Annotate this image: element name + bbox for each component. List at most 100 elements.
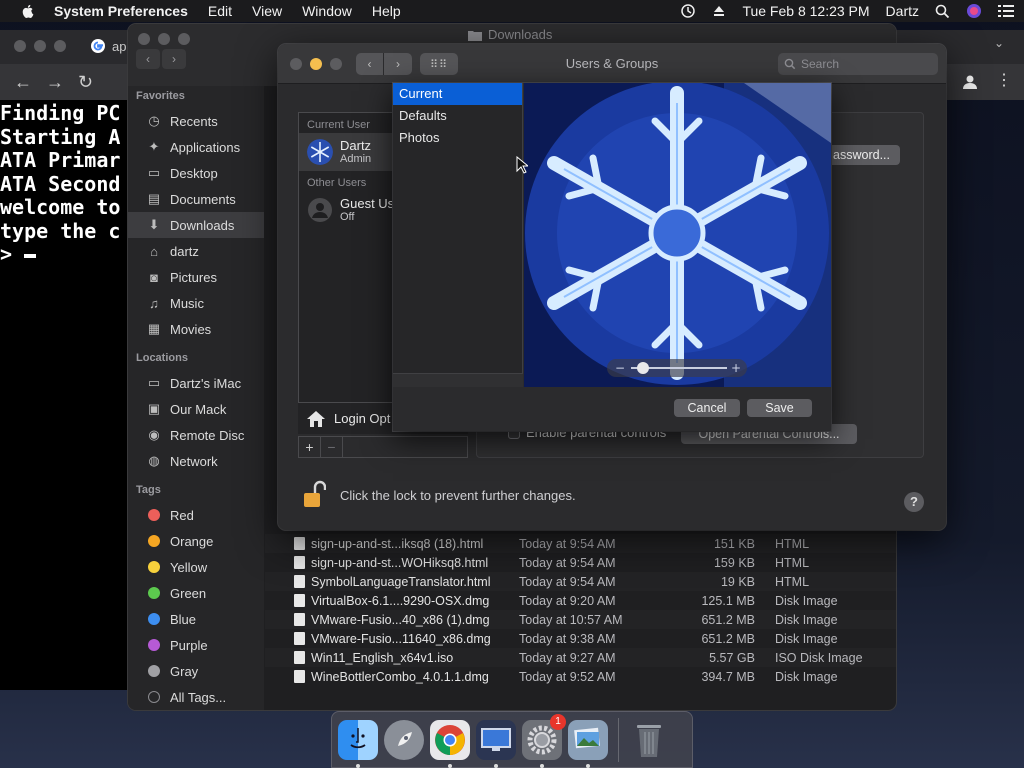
- finder-window-controls[interactable]: [138, 33, 190, 45]
- add-user-button[interactable]: +: [299, 437, 321, 457]
- tag-yellow-dot: [148, 561, 160, 573]
- running-indicator: [356, 763, 360, 768]
- more-menu-icon[interactable]: ⋮: [996, 70, 1012, 90]
- sidebar-item-music[interactable]: ♫ Music: [128, 290, 264, 316]
- dmg-file-icon: [294, 594, 305, 607]
- sidebar-item-imac[interactable]: ▭ Dartz's iMac: [128, 370, 264, 396]
- sidebar-item-pictures[interactable]: ◙ Pictures: [128, 264, 264, 290]
- sidebar-tag-blue[interactable]: Blue: [128, 606, 264, 632]
- edit-menu[interactable]: Edit: [208, 3, 232, 19]
- html-file-icon: [294, 556, 305, 569]
- google-icon: [91, 39, 105, 53]
- notification-center-icon[interactable]: [998, 4, 1014, 18]
- iso-file-icon: [294, 651, 305, 664]
- snowflake-avatar-icon: [307, 139, 333, 165]
- current-user-name: Dartz: [340, 137, 372, 153]
- sidebar-item-desktop[interactable]: ▭ Desktop: [128, 160, 264, 186]
- home-icon: ⌂: [150, 243, 158, 259]
- finder-back-button[interactable]: ‹: [136, 49, 160, 69]
- spotlight-search-icon[interactable]: [935, 4, 950, 19]
- clock-display[interactable]: Tue Feb 8 12:23 PM: [742, 3, 869, 19]
- table-row[interactable]: sign-up-and-st...iksq8 (18).html Today at…: [265, 534, 896, 553]
- finder-icon[interactable]: [338, 719, 378, 768]
- sidebar-tag-red[interactable]: Red: [128, 502, 264, 528]
- system-preferences-icon[interactable]: 1: [522, 713, 566, 768]
- chrome-icon[interactable]: [430, 719, 470, 768]
- dmg-file-icon: [294, 670, 305, 683]
- profile-icon[interactable]: [962, 74, 978, 90]
- remote-desktop-icon[interactable]: [476, 719, 516, 768]
- tag-red-dot: [148, 509, 160, 521]
- imac-icon: ▭: [147, 375, 161, 390]
- finder-title: Downloads: [468, 27, 552, 42]
- picture-source-list: Current Defaults Photos: [393, 83, 523, 387]
- sidebar-item-downloads[interactable]: ⬇ Downloads: [128, 212, 264, 238]
- table-row[interactable]: SymbolLanguageTranslator.html Today at 9:…: [265, 572, 896, 591]
- file-list: sign-up-and-st...iksq8 (18).html Today at…: [265, 534, 896, 686]
- finder-forward-button[interactable]: ›: [162, 49, 186, 69]
- sidebar-item-remote-disc[interactable]: ◉ Remote Disc: [128, 422, 264, 448]
- table-row[interactable]: VMware-Fusio...40_x86 (1).dmg Today at 10…: [265, 610, 896, 629]
- sidebar-tag-green[interactable]: Green: [128, 580, 264, 606]
- sidebar-tag-orange[interactable]: Orange: [128, 528, 264, 554]
- sidebar-all-tags[interactable]: All Tags...: [128, 684, 264, 710]
- table-row[interactable]: VirtualBox-6.1....9290-OSX.dmg Today at 9…: [265, 591, 896, 610]
- running-indicator: [586, 763, 590, 768]
- launchpad-icon[interactable]: [384, 719, 424, 760]
- table-row[interactable]: sign-up-and-st...WOHiksq8.html Today at 9…: [265, 553, 896, 572]
- terminal-line: type the c: [0, 218, 121, 243]
- browser-tab[interactable]: ap: [90, 38, 126, 54]
- view-menu[interactable]: View: [252, 3, 282, 19]
- sidebar-item-recents[interactable]: ◷ Recents: [128, 108, 264, 134]
- sidebar-tag-yellow[interactable]: Yellow: [128, 554, 264, 580]
- document-icon: ▤: [147, 191, 161, 206]
- back-arrow-icon[interactable]: ←: [14, 72, 32, 93]
- preview-icon[interactable]: [568, 719, 608, 768]
- snowflake-photo[interactable]: − +: [524, 83, 831, 387]
- sidebar-tag-purple[interactable]: Purple: [128, 632, 264, 658]
- help-menu[interactable]: Help: [372, 3, 401, 19]
- zoom-slider[interactable]: − +: [607, 359, 747, 377]
- app-name-menu[interactable]: System Preferences: [54, 3, 188, 19]
- finder-sidebar: Favorites ◷ Recents ✦ Applications ▭ Deskto…: [128, 86, 264, 710]
- remove-user-button[interactable]: −: [321, 437, 343, 457]
- globe-icon: ◍: [148, 453, 160, 468]
- change-password-button[interactable]: assword...: [824, 145, 900, 165]
- unlocked-padlock-icon[interactable]: [302, 480, 326, 510]
- sysprefs-search-field[interactable]: Search: [778, 53, 938, 75]
- notification-badge: 1: [550, 713, 566, 730]
- apple-menu-icon[interactable]: [20, 3, 36, 19]
- trash-icon[interactable]: [629, 720, 669, 760]
- time-machine-icon[interactable]: [680, 3, 696, 19]
- eject-icon[interactable]: [712, 4, 726, 18]
- user-menu[interactable]: Dartz: [886, 3, 919, 19]
- zoom-slider-track: − +: [615, 361, 741, 375]
- help-button[interactable]: ?: [904, 492, 924, 512]
- sidebar-item-network[interactable]: ◍ Network: [128, 448, 264, 474]
- save-button[interactable]: Save: [747, 399, 812, 417]
- music-note-icon: ♫: [149, 295, 159, 311]
- table-row[interactable]: VMware-Fusio...11640_x86.dmg Today at 9:3…: [265, 629, 896, 648]
- table-row[interactable]: Win11_English_x64v1.iso Today at 9:27 AM 5…: [265, 648, 896, 667]
- tag-blue-dot: [148, 613, 160, 625]
- sidebar-item-movies[interactable]: ▦ Movies: [128, 316, 264, 342]
- chevron-down-icon[interactable]: ⌄: [994, 36, 1004, 50]
- sidebar-item-home[interactable]: ⌂ dartz: [128, 238, 264, 264]
- window-menu[interactable]: Window: [302, 3, 352, 19]
- siri-icon[interactable]: [966, 3, 982, 19]
- sidebar-item-documents[interactable]: ▤ Documents: [128, 186, 264, 212]
- finder-nav-buttons: ‹ ›: [136, 49, 186, 69]
- desktop-icon: ▭: [147, 165, 161, 180]
- cancel-button[interactable]: Cancel: [674, 399, 740, 417]
- source-photos[interactable]: Photos: [393, 127, 522, 149]
- source-defaults[interactable]: Defaults: [393, 105, 522, 127]
- source-current[interactable]: Current: [393, 83, 522, 105]
- sidebar-item-applications[interactable]: ✦ Applications: [128, 134, 264, 160]
- reload-icon[interactable]: ↻: [78, 72, 93, 93]
- terminal-prompt[interactable]: >: [0, 242, 120, 267]
- forward-arrow-icon[interactable]: →: [46, 72, 64, 93]
- sidebar-item-our-mack[interactable]: ▣ Our Mack: [128, 396, 264, 422]
- sidebar-tag-gray[interactable]: Gray: [128, 658, 264, 684]
- search-placeholder: Search: [801, 57, 840, 71]
- table-row[interactable]: WineBottlerCombo_4.0.1.1.dmg Today at 9:5…: [265, 667, 896, 686]
